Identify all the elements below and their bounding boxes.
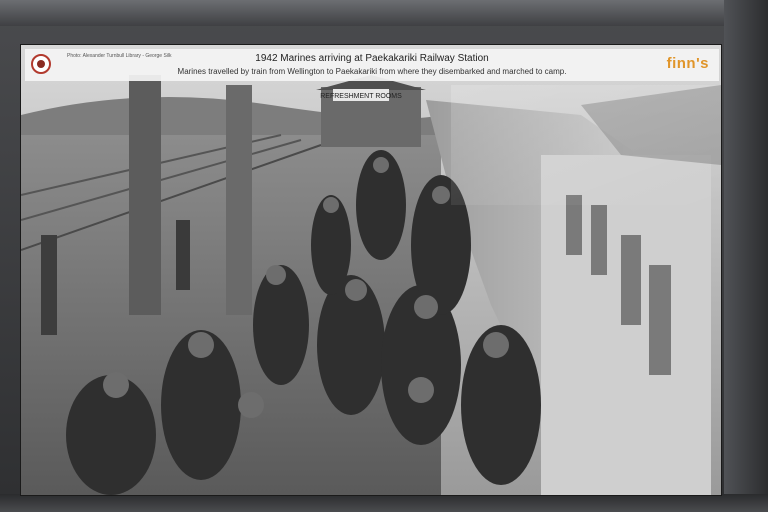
historic-photo-panel: REFRESHMENT ROOMS Photo: Alexander Turnb… (20, 44, 722, 496)
caption-title: 1942 Marines arriving at Paekakariki Rai… (255, 53, 489, 64)
caption-subtitle: Marines travelled by train from Wellingt… (177, 67, 567, 76)
station-sign: REFRESHMENT ROOMS (320, 93, 402, 100)
brand-logo: finn's (666, 55, 709, 72)
bystander-figure (41, 235, 57, 335)
caption-banner: Photo: Alexander Turnbull Library - Geor… (25, 49, 719, 81)
frame-right-post (724, 0, 768, 512)
station-building: REFRESHMENT ROOMS (316, 75, 426, 147)
wooden-pole (226, 85, 252, 315)
officer-figure (176, 220, 190, 290)
frame-bottom-rail (0, 494, 768, 512)
wooden-pole (129, 75, 161, 315)
frame-top-rail (0, 0, 768, 26)
historic-photo: REFRESHMENT ROOMS (21, 45, 721, 495)
